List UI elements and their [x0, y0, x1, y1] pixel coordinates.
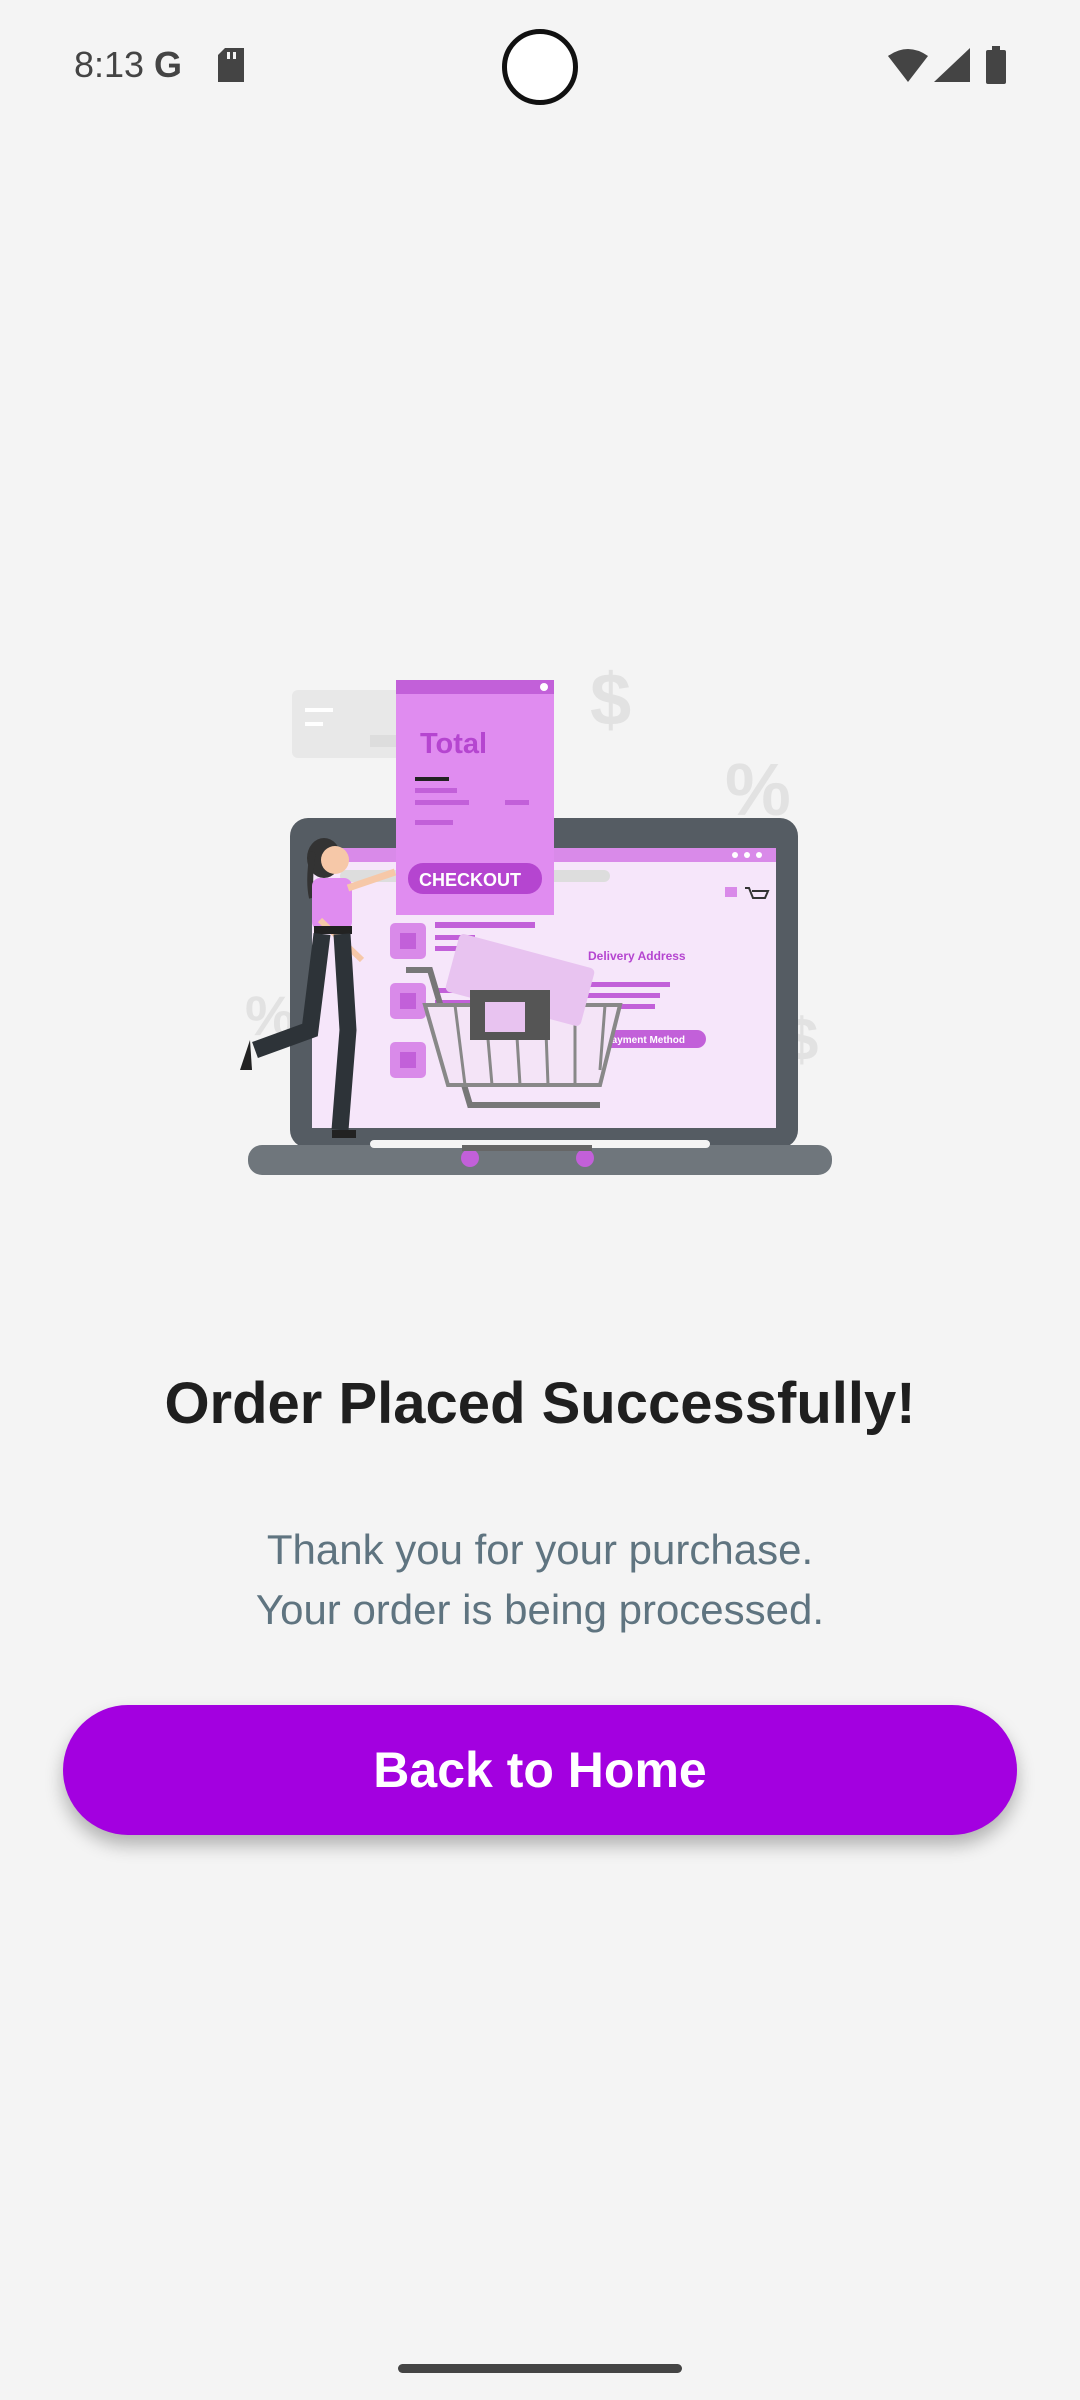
sd-card-icon — [218, 48, 244, 82]
wifi-icon — [888, 49, 928, 82]
status-time: 8:13 — [74, 44, 145, 85]
confirmation-message: Thank you for your purchase. Your order … — [0, 1520, 1080, 1640]
back-to-home-button[interactable]: Back to Home — [63, 1705, 1017, 1835]
subtitle-line-1: Thank you for your purchase. — [266, 1526, 814, 1573]
signal-icon — [934, 48, 970, 82]
gesture-navigation-bar[interactable] — [398, 2364, 682, 2373]
subtitle-line-2: Your order is being processed. — [255, 1586, 825, 1633]
dollar-symbol: $ — [590, 658, 631, 741]
receipt-total-label: Total — [420, 728, 487, 760]
status-bar: 8:13 G — [0, 0, 1080, 130]
delivery-address-label: Delivery Address — [588, 949, 686, 963]
order-illustration: $ % % $ Delivery Address Payment Method … — [240, 658, 832, 1175]
payment-method-label: Payment Method — [605, 1035, 685, 1046]
checkout-label: CHECKOUT — [419, 870, 521, 890]
google-icon: G — [154, 44, 183, 85]
battery-icon — [986, 46, 1006, 84]
page-title: Order Placed Successfully! — [164, 1371, 916, 1436]
camera-cutout — [502, 29, 578, 105]
